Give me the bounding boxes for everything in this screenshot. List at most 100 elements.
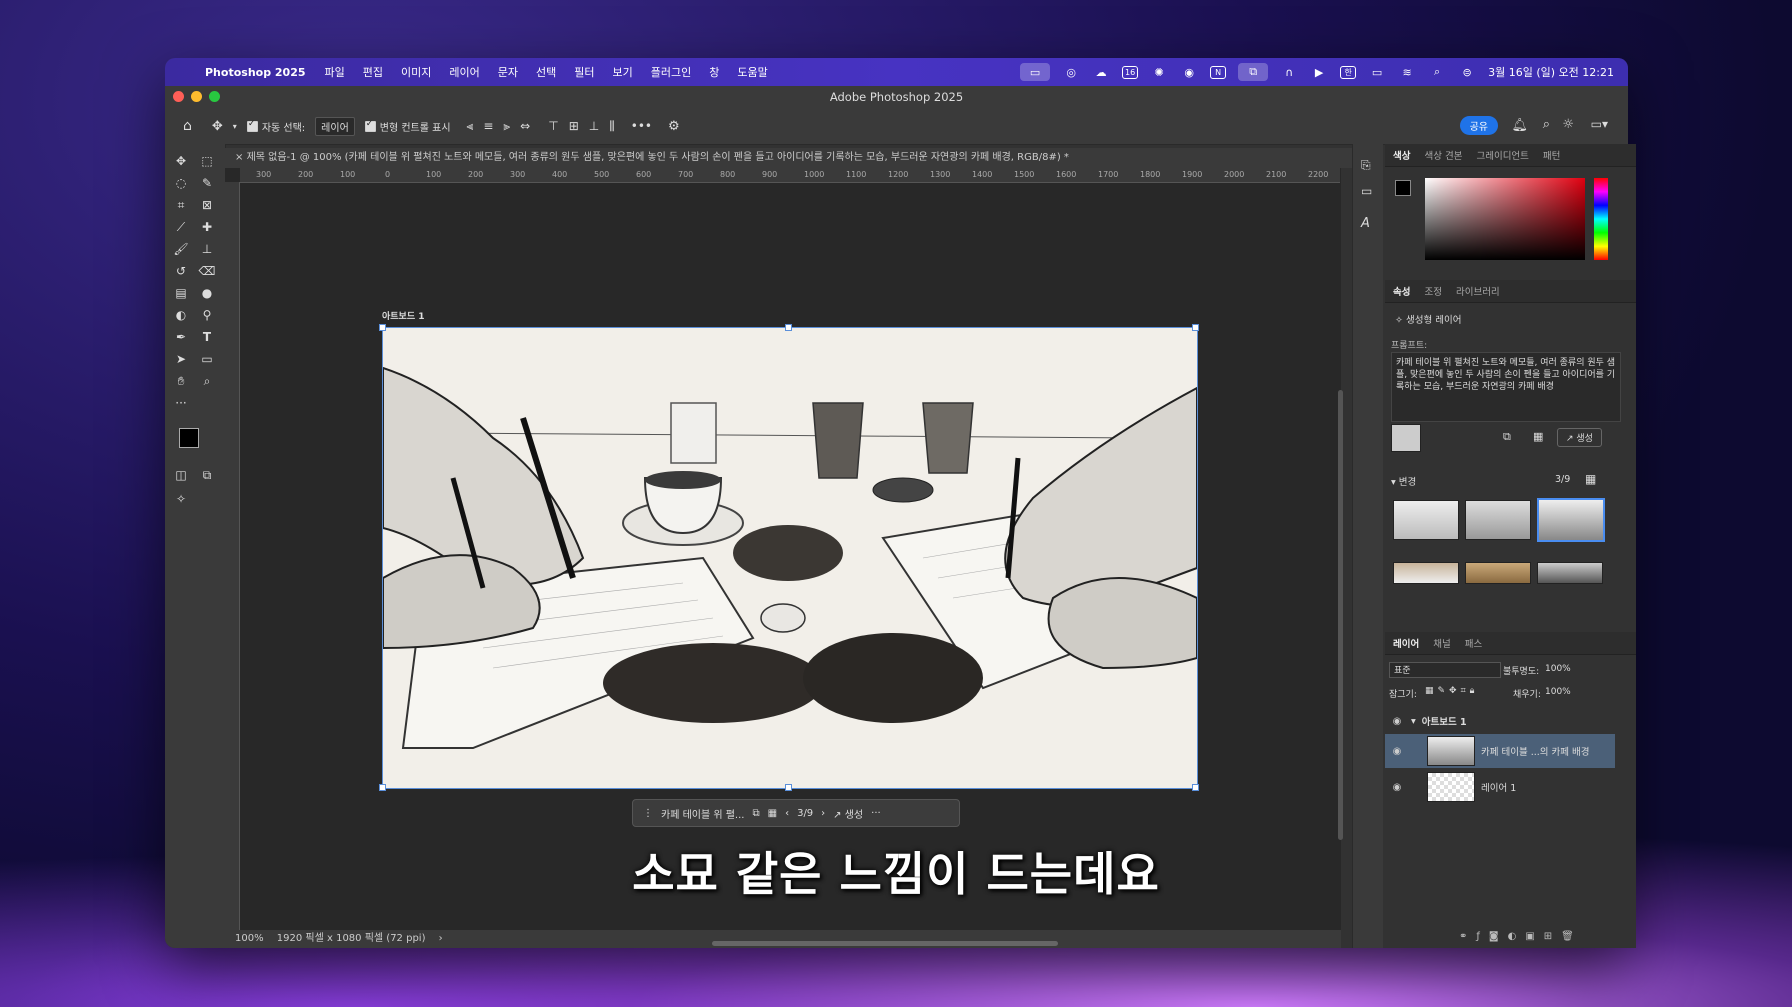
frame-tool-icon[interactable]: ⊠ (196, 196, 218, 214)
tab-channels[interactable]: 채널 (1433, 636, 1450, 650)
color-fg-swatch[interactable] (1395, 180, 1411, 196)
similar-icon[interactable]: ⧉ (1503, 430, 1511, 444)
vertical-scrollbar[interactable] (1338, 390, 1343, 840)
artboard-image[interactable] (382, 327, 1198, 789)
align-right-icon[interactable]: ⫸ (503, 119, 510, 134)
transform-handle[interactable] (785, 324, 792, 331)
reference-image-thumb[interactable] (1391, 424, 1421, 452)
menu-help[interactable]: 도움말 (737, 64, 767, 80)
fill-value[interactable]: 100% (1545, 687, 1571, 697)
align-middle-icon[interactable]: ⊞ (569, 119, 579, 133)
variations-icon[interactable]: ▦ (768, 808, 777, 819)
align-bottom-icon[interactable]: ⊥ (589, 119, 599, 133)
lightbulb-icon[interactable]: ☼ (1562, 117, 1574, 132)
eye-icon[interactable]: ◉ (1389, 782, 1405, 793)
variation-thumb[interactable] (1465, 562, 1531, 584)
ruler-vertical[interactable] (225, 182, 240, 938)
transform-handle[interactable] (785, 784, 792, 791)
healing-brush-icon[interactable]: ✚ (196, 218, 218, 236)
blend-mode-dropdown[interactable]: 표준 (1389, 662, 1501, 678)
align-left-icon[interactable]: ⫷ (467, 119, 474, 134)
character-panel-icon[interactable]: A (1361, 216, 1370, 231)
home-icon[interactable]: ⌂ (183, 118, 192, 134)
hand-tool-icon[interactable]: ✋︎ (170, 372, 192, 390)
hue-slider[interactable] (1594, 178, 1608, 260)
screen-mode-icon[interactable]: ⧉ (196, 466, 218, 484)
control-center-icon[interactable]: ⊜ (1458, 65, 1476, 79)
tab-layers[interactable]: 레이어 (1393, 636, 1419, 650)
menu-image[interactable]: 이미지 (401, 64, 431, 80)
dodge-tool-icon[interactable]: ◐ (170, 306, 192, 324)
zoom-window-icon[interactable] (209, 91, 220, 102)
menu-type[interactable]: 문자 (498, 64, 518, 80)
variation-thumb-selected[interactable] (1537, 498, 1605, 542)
gear-icon[interactable]: ⚙ (668, 119, 680, 134)
menu-file[interactable]: 파일 (325, 64, 345, 80)
layer-group-row[interactable]: ◉ ▾ 아트보드 1 (1385, 710, 1615, 732)
openai-icon[interactable]: ✺ (1150, 65, 1168, 79)
color-picker-field[interactable] (1425, 178, 1585, 260)
grid-view-icon[interactable]: ▦ (1585, 472, 1596, 486)
opacity-value[interactable]: 100% (1545, 664, 1571, 674)
app-name-menu[interactable]: Photoshop 2025 (205, 66, 306, 79)
screen-share-icon[interactable]: ▭ (1020, 63, 1051, 81)
move-tool-icon[interactable]: ✥ (212, 119, 223, 134)
tab-color[interactable]: 색상 (1393, 148, 1410, 162)
pen-tool-icon[interactable]: ✒ (170, 328, 192, 346)
tab-paths[interactable]: 패스 (1465, 636, 1482, 650)
document-tab[interactable]: × 제목 없음-1 @ 100% (카페 테이블 위 펼쳐진 노트와 메모들, … (225, 148, 1355, 168)
history-panel-icon[interactable]: ⎘ (1361, 158, 1371, 173)
brush-tool-icon[interactable]: 🖌︎ (170, 240, 192, 258)
battery-icon[interactable]: ▭ (1368, 65, 1386, 79)
workspace-icon[interactable]: ▭▾ (1591, 117, 1608, 131)
gradient-tool-icon[interactable]: ▤ (170, 284, 192, 302)
marquee-tool-icon[interactable]: ⬚ (196, 152, 218, 170)
eyedropper-tool-icon[interactable]: ⟋ (170, 218, 192, 236)
quick-select-tool-icon[interactable]: ✎ (196, 174, 218, 192)
transform-controls-checkbox[interactable]: 변형 컨트롤 표시 (364, 119, 451, 134)
context-generate-button[interactable]: ↗ 생성 (833, 806, 863, 821)
layer-row[interactable]: ◉ 레이어 1 (1385, 770, 1615, 804)
tab-swatches[interactable]: 색상 견본 (1424, 148, 1462, 162)
close-tab-icon[interactable]: × (235, 152, 243, 163)
zoom-in-tool-icon[interactable]: ⚲ (196, 306, 218, 324)
align-center-icon[interactable]: ≡ (483, 119, 493, 133)
blur-tool-icon[interactable]: ● (196, 284, 218, 302)
status-chevron-icon[interactable]: › (439, 933, 443, 944)
wifi-icon[interactable]: ≋ (1398, 65, 1416, 79)
spotlight-search-icon[interactable]: ⌕ (1428, 65, 1446, 79)
distribute-icon[interactable]: ⇔ (520, 119, 530, 133)
eye-icon[interactable]: ◉ (1389, 746, 1405, 757)
lock-icons[interactable]: ▦✎✥⌗🔒︎ (1425, 686, 1478, 696)
variations-icon[interactable]: ▦ (1533, 430, 1543, 443)
context-more-icon[interactable]: ··· (871, 808, 881, 819)
close-window-icon[interactable] (173, 91, 184, 102)
prompt-textarea[interactable]: 카페 테이블 위 펼쳐진 노트와 메모들, 여러 종류의 원두 샘플, 맞은편에… (1391, 352, 1621, 422)
collapse-chevron-icon[interactable]: ▾ (1411, 716, 1416, 727)
tab-patterns[interactable]: 패턴 (1543, 148, 1560, 162)
eye-icon[interactable]: ◉ (1389, 716, 1405, 727)
more-tools-icon[interactable]: ··· (170, 394, 192, 412)
horizontal-scrollbar[interactable] (712, 941, 1058, 946)
variation-thumb[interactable] (1393, 500, 1459, 540)
stamp-tool-icon[interactable]: ⊥ (196, 240, 218, 258)
tab-libraries[interactable]: 라이브러리 (1456, 284, 1500, 298)
variation-thumb[interactable] (1537, 562, 1603, 584)
ruler-horizontal[interactable]: 300 200 100 0 100 200 300 400 500 600 700 800 … (240, 168, 1340, 183)
history-brush-icon[interactable]: ↺ (170, 262, 192, 280)
context-prompt-text[interactable]: 카페 테이블 위 펼... (661, 806, 744, 821)
menu-layer[interactable]: 레이어 (449, 64, 479, 80)
lasso-tool-icon[interactable]: ◌ (170, 174, 192, 192)
layers-footer-icons[interactable]: ⚭ƒ◙◐▣⊞🗑︎ (1459, 931, 1583, 942)
rectangle-tool-icon[interactable]: ▭ (196, 350, 218, 368)
quick-mask-icon[interactable]: ◫ (170, 466, 192, 484)
zoom-tool-icon[interactable]: ⌕ (196, 372, 218, 390)
path-select-tool-icon[interactable]: ➤ (170, 350, 192, 368)
menu-filter[interactable]: 필터 (574, 64, 594, 80)
globe-icon[interactable]: ◎ (1062, 65, 1080, 79)
transform-handle[interactable] (379, 784, 386, 791)
window-switch-icon[interactable]: ⧉ (1238, 63, 1269, 81)
auto-select-checkbox[interactable]: 자동 선택: (246, 119, 305, 134)
auto-select-dropdown[interactable]: 레이어 (315, 116, 355, 136)
drag-handle-icon[interactable]: ⋮ (643, 808, 653, 819)
